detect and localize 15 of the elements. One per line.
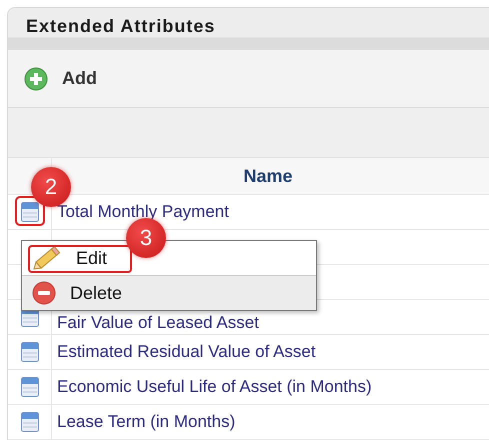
attribute-name: Lease Term (in Months) [57, 412, 236, 432]
row-menu-icon[interactable] [20, 202, 38, 222]
menu-item[interactable]: Delete [22, 276, 316, 310]
row-menu-icon[interactable] [20, 342, 38, 362]
panel-title: Extended Attributes [26, 16, 216, 38]
attribute-name: Economic Useful Life of Asset (in Months) [57, 377, 372, 397]
row-menu-icon[interactable] [20, 377, 38, 397]
attribute-name: Fair Value of Leased Asset [57, 313, 259, 333]
row-menu-icon[interactable] [20, 412, 38, 432]
add-button[interactable]: Add [62, 68, 97, 89]
attribute-name: Estimated Residual Value of Asset [57, 342, 316, 362]
pencil-icon [32, 245, 62, 271]
add-icon [24, 66, 48, 90]
remove-icon [32, 281, 56, 305]
column-header: Name [242, 164, 294, 188]
